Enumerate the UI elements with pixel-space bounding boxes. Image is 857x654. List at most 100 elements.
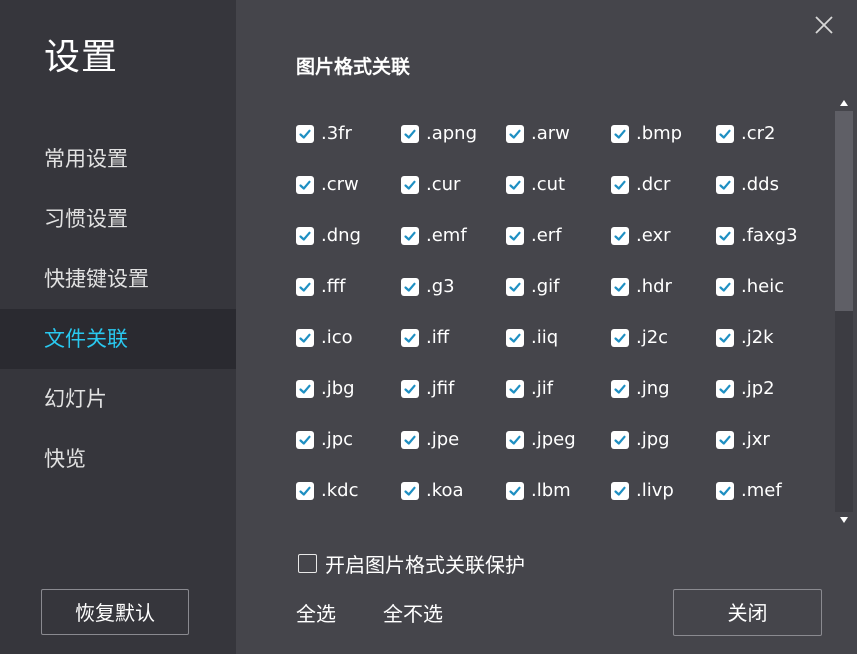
checkbox-checked-icon[interactable] xyxy=(716,125,734,143)
format-checkbox-item[interactable]: .jbg xyxy=(296,363,355,414)
checkbox-checked-icon[interactable] xyxy=(401,431,419,449)
format-checkbox-item[interactable]: .exr xyxy=(611,210,671,261)
format-checkbox-item[interactable]: .kdc xyxy=(296,465,358,516)
checkbox-checked-icon[interactable] xyxy=(611,482,629,500)
checkbox-checked-icon[interactable] xyxy=(506,329,524,347)
scrollbar[interactable] xyxy=(835,95,853,528)
select-none-button[interactable]: 全不选 xyxy=(383,600,443,628)
sidebar-item-habits[interactable]: 习惯设置 xyxy=(0,189,236,249)
sidebar-item-shortcuts[interactable]: 快捷键设置 xyxy=(0,249,236,309)
scroll-up-arrow-icon[interactable] xyxy=(835,95,853,111)
checkbox-checked-icon[interactable] xyxy=(716,227,734,245)
format-checkbox-item[interactable]: .iff xyxy=(401,312,449,363)
checkbox-checked-icon[interactable] xyxy=(401,380,419,398)
checkbox-checked-icon[interactable] xyxy=(296,329,314,347)
checkbox-checked-icon[interactable] xyxy=(506,482,524,500)
checkbox-checked-icon[interactable] xyxy=(296,227,314,245)
format-checkbox-item[interactable]: .gif xyxy=(506,261,560,312)
checkbox-checked-icon[interactable] xyxy=(296,482,314,500)
checkbox-checked-icon[interactable] xyxy=(611,278,629,296)
format-checkbox-item[interactable]: .faxg3 xyxy=(716,210,798,261)
checkbox-checked-icon[interactable] xyxy=(716,482,734,500)
format-checkbox-item[interactable]: .apng xyxy=(401,108,477,159)
format-checkbox-item[interactable]: .jpeg xyxy=(506,414,576,465)
scrollbar-thumb[interactable] xyxy=(835,111,853,311)
format-checkbox-item[interactable]: .cr2 xyxy=(716,108,775,159)
format-checkbox-item[interactable]: .jpg xyxy=(611,414,670,465)
checkbox-checked-icon[interactable] xyxy=(611,329,629,347)
format-checkbox-item[interactable]: .jpc xyxy=(296,414,353,465)
format-checkbox-item[interactable]: .iiq xyxy=(506,312,558,363)
format-checkbox-item[interactable]: .livp xyxy=(611,465,674,516)
format-checkbox-item[interactable]: .ico xyxy=(296,312,353,363)
format-checkbox-item[interactable]: .g3 xyxy=(401,261,455,312)
checkbox-checked-icon[interactable] xyxy=(716,176,734,194)
format-checkbox-item[interactable]: .arw xyxy=(506,108,570,159)
checkbox-checked-icon[interactable] xyxy=(611,125,629,143)
checkbox-checked-icon[interactable] xyxy=(611,176,629,194)
format-checkbox-item[interactable]: .j2k xyxy=(716,312,774,363)
format-row: .dng .emf .erf .exr .faxg3 xyxy=(296,210,826,261)
checkbox-checked-icon[interactable] xyxy=(611,431,629,449)
scroll-down-arrow-icon[interactable] xyxy=(835,512,853,528)
format-checkbox-item[interactable]: .dcr xyxy=(611,159,670,210)
format-checkbox-item[interactable]: .heic xyxy=(716,261,784,312)
checkbox-checked-icon[interactable] xyxy=(611,380,629,398)
checkbox-checked-icon[interactable] xyxy=(401,329,419,347)
format-checkbox-item[interactable]: .3fr xyxy=(296,108,352,159)
format-label: .jp2 xyxy=(741,378,775,399)
checkbox-checked-icon[interactable] xyxy=(506,176,524,194)
checkbox-checked-icon[interactable] xyxy=(401,227,419,245)
format-checkbox-item[interactable]: .dds xyxy=(716,159,779,210)
checkbox-checked-icon[interactable] xyxy=(506,125,524,143)
checkbox-checked-icon[interactable] xyxy=(506,380,524,398)
format-checkbox-item[interactable]: .mef xyxy=(716,465,782,516)
format-checkbox-item[interactable]: .jif xyxy=(506,363,553,414)
format-checkbox-item[interactable]: .cur xyxy=(401,159,460,210)
close-button[interactable]: 关闭 xyxy=(673,589,822,636)
checkbox-checked-icon[interactable] xyxy=(611,227,629,245)
checkbox-checked-icon[interactable] xyxy=(506,227,524,245)
format-checkbox-item[interactable]: .fff xyxy=(296,261,345,312)
checkbox-checked-icon[interactable] xyxy=(401,278,419,296)
format-checkbox-item[interactable]: .jpe xyxy=(401,414,459,465)
format-checkbox-item[interactable]: .crw xyxy=(296,159,359,210)
select-all-button[interactable]: 全选 xyxy=(296,600,336,628)
format-row: .crw .cur .cut .dcr .dds xyxy=(296,159,826,210)
sidebar-item-quick-view[interactable]: 快览 xyxy=(0,429,236,489)
checkbox-checked-icon[interactable] xyxy=(716,329,734,347)
checkbox-checked-icon[interactable] xyxy=(506,278,524,296)
association-protection-checkbox[interactable]: 开启图片格式关联保护 xyxy=(298,549,525,577)
checkbox-checked-icon[interactable] xyxy=(296,278,314,296)
checkbox-checked-icon[interactable] xyxy=(296,431,314,449)
sidebar-item-slideshow[interactable]: 幻灯片 xyxy=(0,369,236,429)
format-checkbox-item[interactable]: .lbm xyxy=(506,465,571,516)
restore-defaults-button[interactable]: 恢复默认 xyxy=(41,589,189,635)
format-checkbox-item[interactable]: .erf xyxy=(506,210,562,261)
sidebar-item-file-association[interactable]: 文件关联 xyxy=(0,309,236,369)
checkbox-checked-icon[interactable] xyxy=(716,431,734,449)
format-checkbox-item[interactable]: .emf xyxy=(401,210,467,261)
format-checkbox-item[interactable]: .bmp xyxy=(611,108,682,159)
format-checkbox-item[interactable]: .jfif xyxy=(401,363,454,414)
format-checkbox-item[interactable]: .jng xyxy=(611,363,670,414)
checkbox-unchecked-icon[interactable] xyxy=(298,553,317,573)
format-checkbox-item[interactable]: .jxr xyxy=(716,414,770,465)
checkbox-checked-icon[interactable] xyxy=(401,176,419,194)
close-icon[interactable] xyxy=(811,12,837,38)
checkbox-checked-icon[interactable] xyxy=(716,278,734,296)
checkbox-checked-icon[interactable] xyxy=(296,380,314,398)
checkbox-checked-icon[interactable] xyxy=(296,125,314,143)
checkbox-checked-icon[interactable] xyxy=(506,431,524,449)
checkbox-checked-icon[interactable] xyxy=(401,125,419,143)
checkbox-checked-icon[interactable] xyxy=(296,176,314,194)
format-checkbox-item[interactable]: .cut xyxy=(506,159,565,210)
sidebar-item-general[interactable]: 常用设置 xyxy=(0,129,236,189)
format-checkbox-item[interactable]: .koa xyxy=(401,465,464,516)
checkbox-checked-icon[interactable] xyxy=(716,380,734,398)
format-checkbox-item[interactable]: .hdr xyxy=(611,261,672,312)
format-checkbox-item[interactable]: .j2c xyxy=(611,312,668,363)
checkbox-checked-icon[interactable] xyxy=(401,482,419,500)
format-checkbox-item[interactable]: .jp2 xyxy=(716,363,775,414)
format-checkbox-item[interactable]: .dng xyxy=(296,210,361,261)
